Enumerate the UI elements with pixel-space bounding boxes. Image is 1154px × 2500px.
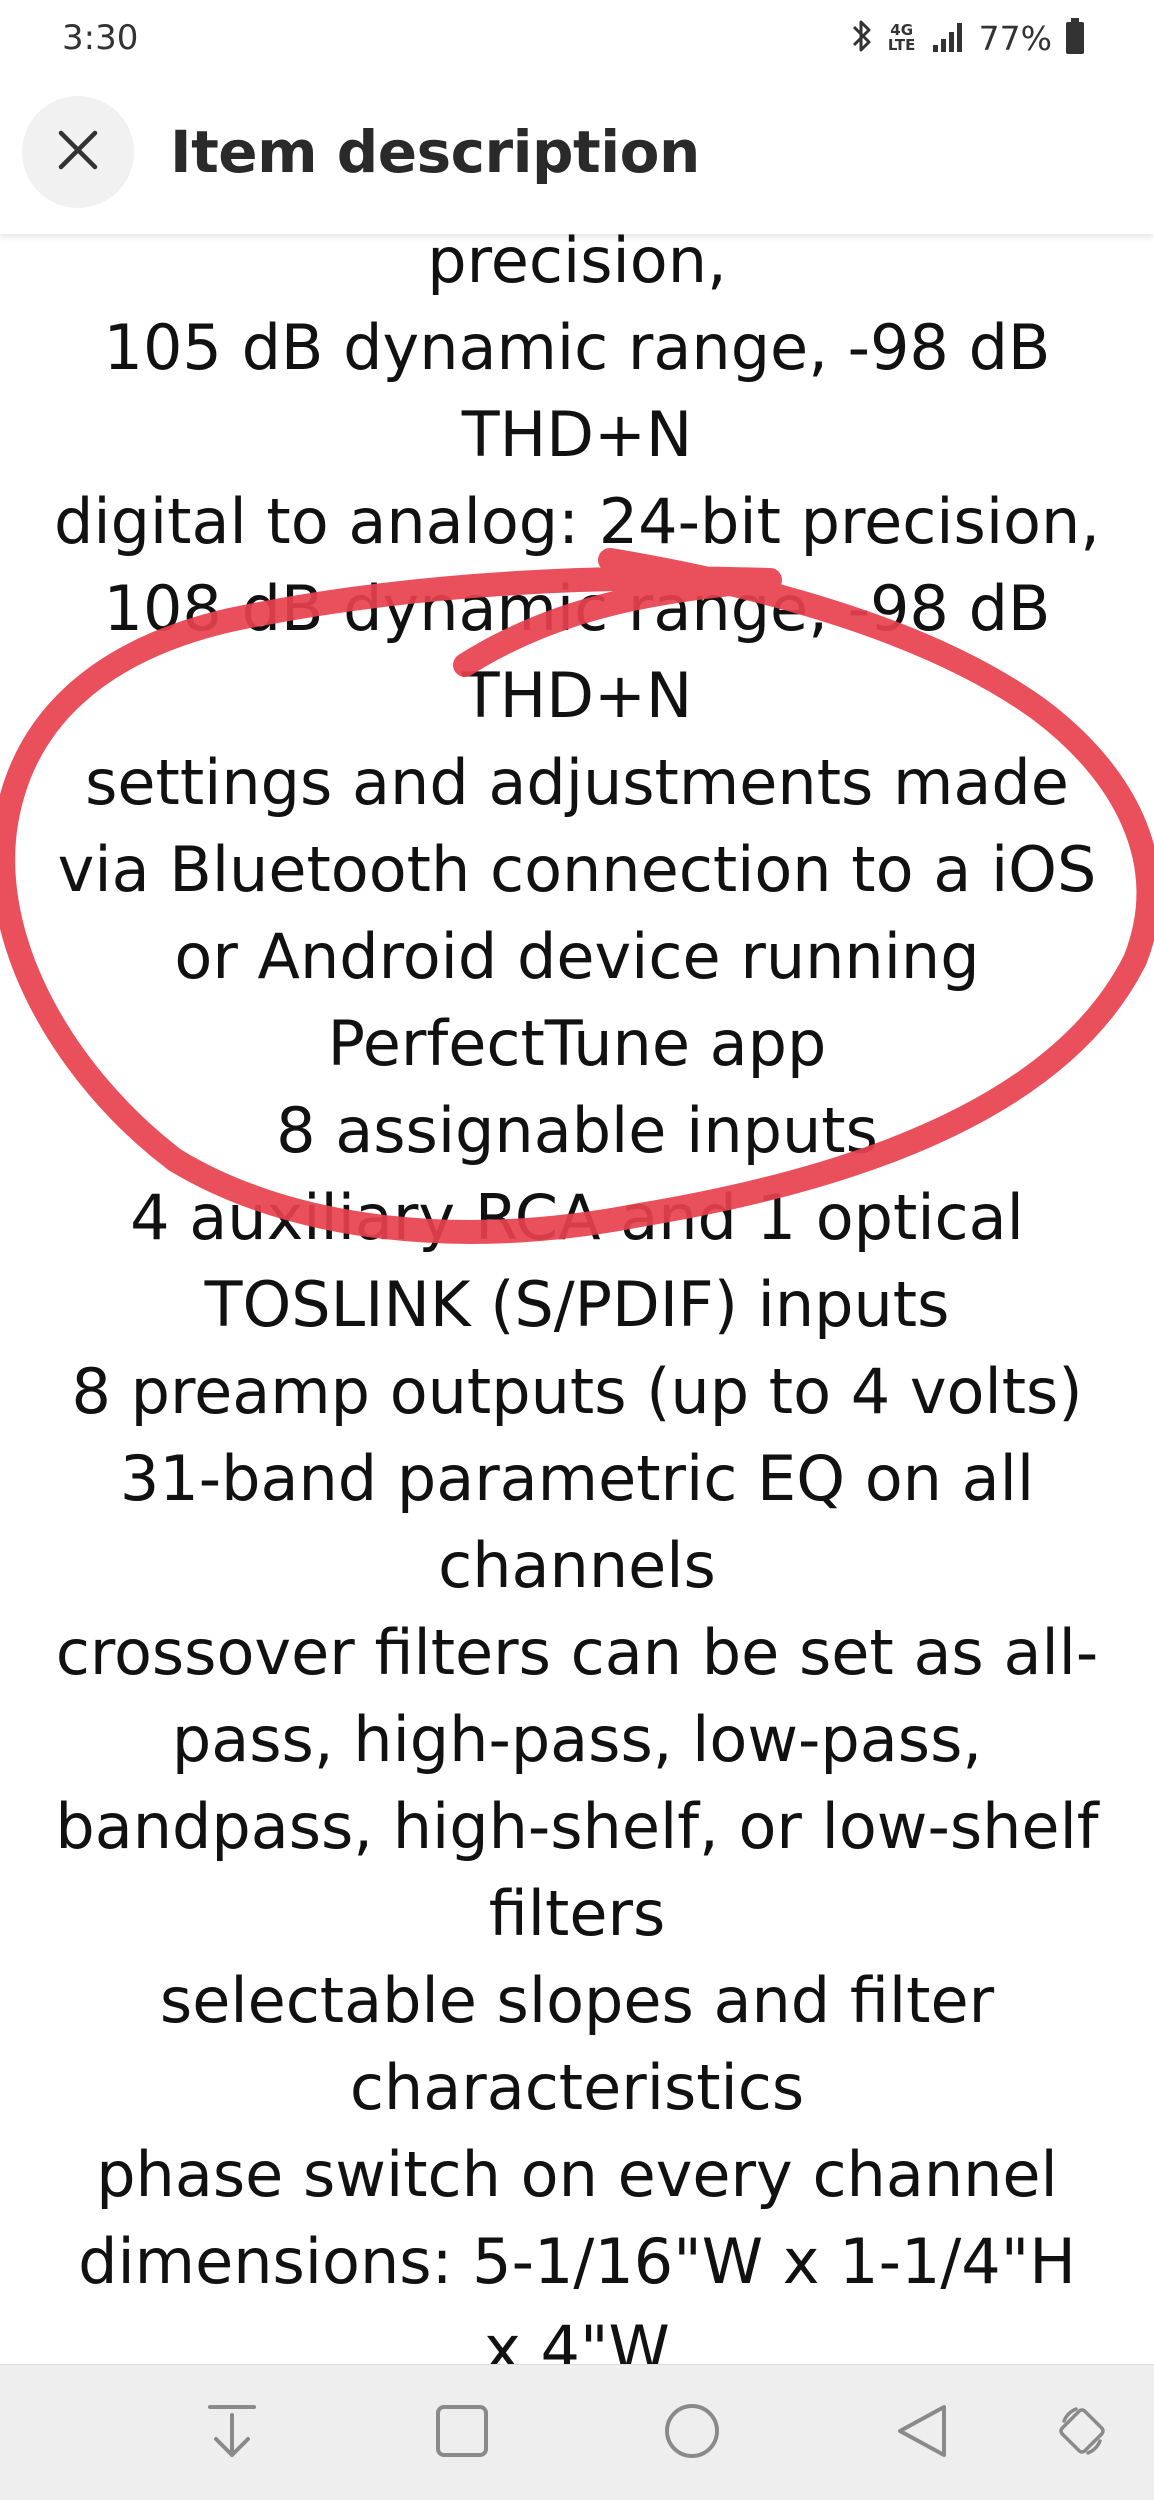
navigation-bar — [0, 2364, 1154, 2500]
description-line: 4 auxiliary RCA and 1 optical — [130, 1181, 1024, 1254]
battery-percent: 77% — [978, 18, 1052, 58]
description-line: characteristics — [349, 2051, 805, 2124]
description-line: 108 dB dynamic range, -98 dB — [103, 572, 1051, 645]
status-time: 3:30 — [62, 18, 139, 58]
description-line: 8 assignable inputs — [276, 1094, 878, 1167]
back-button[interactable] — [882, 2393, 962, 2473]
app-header: Item description — [0, 76, 1154, 234]
home-icon — [662, 2401, 722, 2466]
description-line: via Bluetooth connection to a iOS — [57, 833, 1097, 906]
close-button[interactable] — [22, 96, 134, 208]
description-line: phase switch on every channel — [96, 2138, 1058, 2211]
signal-icon — [931, 19, 967, 58]
notification-pull-down-icon — [204, 2401, 260, 2466]
item-description-content[interactable]: digital signal processor: 24-bit precisi… — [0, 234, 1154, 2364]
description-line: digital to analog: 24-bit precision, — [53, 485, 1100, 558]
status-bar: 3:30 4G LTE 77% — [0, 0, 1154, 76]
description-line: selectable slopes and filter — [159, 1964, 995, 2037]
rotate-icon — [1052, 2401, 1112, 2466]
description-line: 8 preamp outputs (up to 4 volts) — [71, 1355, 1083, 1428]
description-lines: digital signal processor: 24-bit precisi… — [20, 234, 1134, 2364]
description-line: or Android device running — [174, 920, 980, 993]
description-line: bandpass, high-shelf, or low-shelf — [55, 1790, 1099, 1863]
rotate-button[interactable] — [1042, 2393, 1122, 2473]
description-line: TOSLINK (S/PDIF) inputs — [204, 1268, 950, 1341]
description-line: pass, high-pass, low-pass, — [171, 1703, 983, 1776]
recent-apps-icon — [434, 2403, 490, 2464]
recent-apps-button[interactable] — [422, 2393, 502, 2473]
battery-icon — [1064, 17, 1086, 60]
bluetooth-icon — [851, 18, 873, 59]
home-button[interactable] — [652, 2393, 732, 2473]
close-icon — [55, 127, 101, 178]
notification-pull-down-button[interactable] — [192, 2393, 272, 2473]
network-4g-icon: 4G LTE — [885, 23, 919, 53]
page-title: Item description — [170, 118, 700, 186]
description-line: THD+N — [461, 659, 693, 732]
network-label: 4G LTE — [887, 21, 916, 54]
description-line: x 4"W — [484, 2312, 670, 2364]
description-line: dimensions: 5-1/16"W x 1-1/4"H — [78, 2225, 1076, 2298]
description-line: digital signal processor: 24-bit precisi… — [427, 234, 727, 297]
screen: 3:30 4G LTE 77% Item description precisi… — [0, 0, 1154, 2500]
description-line: filters — [488, 1877, 666, 1950]
back-icon — [892, 2401, 952, 2466]
description-line: crossover filters can be set as all- — [55, 1616, 1099, 1689]
description-line: settings and adjustments made — [85, 746, 1069, 819]
description-line: 105 dB dynamic range, -98 dB — [103, 311, 1051, 384]
description-line: PerfectTune app — [327, 1007, 827, 1080]
description-line: THD+N — [461, 398, 693, 471]
description-line: 31-band parametric EQ on all — [119, 1442, 1035, 1515]
description-line: channels — [438, 1529, 716, 1602]
status-icons: 4G LTE 77% — [851, 14, 1086, 62]
